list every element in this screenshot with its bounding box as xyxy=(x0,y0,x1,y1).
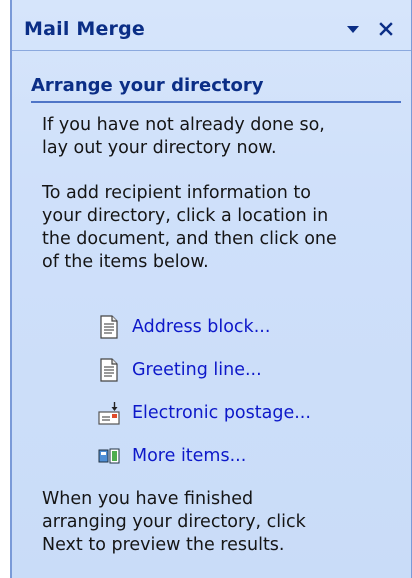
greeting-line-link[interactable]: Greeting line... xyxy=(98,357,262,383)
task-pane-titlebar: Mail Merge xyxy=(12,12,411,52)
document-icon xyxy=(100,358,118,382)
titlebar-divider xyxy=(12,50,411,51)
address-block-link[interactable]: Address block... xyxy=(98,314,270,340)
greeting-line-label: Greeting line... xyxy=(132,360,262,380)
mail-merge-pane: Mail Merge Arrange your directory If you… xyxy=(10,0,412,578)
more-items-link[interactable]: More items... xyxy=(98,443,246,469)
pane-title: Mail Merge xyxy=(24,18,146,40)
heading-rule xyxy=(31,101,401,103)
instructions-text: To add recipient information to your dir… xyxy=(42,183,337,272)
intro-text: If you have not already done so, lay out… xyxy=(42,115,325,158)
electronic-postage-link[interactable]: Electronic postage... xyxy=(98,400,311,426)
more-items-label: More items... xyxy=(132,446,247,466)
close-icon xyxy=(379,22,393,36)
footer-text: When you have finished arranging your di… xyxy=(42,489,306,555)
dropdown-arrow-icon xyxy=(347,26,359,33)
section-heading: Arrange your directory xyxy=(31,75,264,96)
document-icon xyxy=(100,315,118,339)
pane-menu-button[interactable] xyxy=(340,16,366,42)
address-block-label: Address block... xyxy=(132,317,271,337)
electronic-postage-label: Electronic postage... xyxy=(132,403,311,423)
postage-icon xyxy=(98,402,120,425)
more-items-icon xyxy=(98,448,120,464)
close-pane-button[interactable] xyxy=(373,16,399,42)
